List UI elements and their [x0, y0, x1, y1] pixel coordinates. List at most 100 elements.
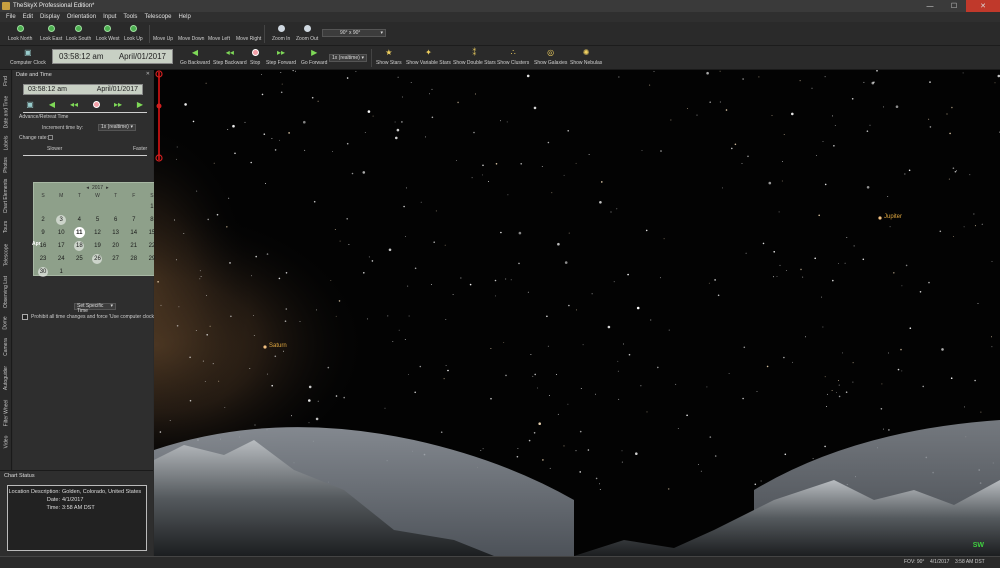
tab-video[interactable]: Video [0, 430, 12, 454]
calendar-day[interactable]: 4 [70, 213, 88, 226]
computer-clock-button[interactable]: ▣ Computer Clock [10, 48, 46, 68]
calendar-prev-icon[interactable]: ◂ [86, 185, 89, 191]
look-west-button[interactable]: Look West [96, 24, 120, 44]
tab-chart-elements[interactable]: Chart Elements [0, 176, 12, 216]
rate-slider-track[interactable] [23, 155, 147, 156]
step-forward-icon[interactable]: ▸▸ [111, 99, 125, 109]
show-clusters-button[interactable]: ∴ Show Clusters [497, 48, 529, 68]
panel-close-icon[interactable]: ✕ [146, 71, 150, 77]
stop-button[interactable]: Stop [250, 48, 260, 68]
close-button[interactable]: ✕ [966, 0, 1000, 12]
tab-observing-list[interactable]: Observing List [0, 272, 12, 312]
zoom-slider[interactable] [154, 70, 164, 162]
move-left-button[interactable]: Move Left [208, 24, 230, 44]
calendar-day[interactable]: 19 [88, 239, 106, 252]
saturn-marker[interactable] [263, 345, 267, 349]
set-specific-time-select[interactable]: Set Specific Time ▾ [74, 303, 116, 314]
calendar-day[interactable]: 18 [70, 239, 88, 252]
sky-chart[interactable]: Jupiter Saturn SW [154, 70, 1000, 556]
change-rate-checkbox[interactable] [48, 135, 53, 140]
calendar-day[interactable]: 1 [52, 265, 70, 278]
calendar-day[interactable]: 21 [125, 239, 143, 252]
go-backward-button[interactable]: ◀ Go Backward [180, 48, 210, 68]
calendar-day[interactable]: 12 [88, 226, 106, 239]
menu-orientation[interactable]: Orientation [67, 14, 96, 20]
star [228, 197, 230, 199]
computer-clock-icon[interactable]: ▣ [23, 99, 37, 109]
minimize-button[interactable]: — [918, 0, 942, 12]
show-double-stars-button[interactable]: ⁑ Show Double Stars [453, 48, 496, 68]
move-up-button[interactable]: Move Up [153, 24, 173, 44]
move-down-button[interactable]: Move Down [178, 24, 204, 44]
show-galaxies-button[interactable]: ◎ Show Galaxies [534, 48, 567, 68]
maximize-button[interactable]: ☐ [942, 0, 966, 12]
go-forward-icon[interactable]: ▶ [133, 99, 147, 109]
calendar-day[interactable]: 27 [107, 252, 125, 265]
calendar-day[interactable]: 23 [34, 252, 52, 265]
look-south-button[interactable]: Look South [66, 24, 91, 44]
tab-date-and-time[interactable]: Date and Time [0, 92, 12, 132]
star [846, 236, 848, 238]
calendar-day[interactable]: 26 [88, 252, 106, 265]
show-variable-stars-button[interactable]: ✦ Show Variable Stars [406, 48, 451, 68]
calendar-day[interactable]: 24 [52, 252, 70, 265]
calendar-day[interactable]: 6 [107, 213, 125, 226]
calendar-day[interactable]: 3 [52, 213, 70, 226]
jupiter-marker[interactable] [878, 216, 882, 220]
calendar-day-number: 12 [94, 229, 101, 236]
menu-display[interactable]: Display [40, 14, 60, 20]
jupiter-label[interactable]: Jupiter [884, 214, 902, 220]
menu-file[interactable]: File [6, 14, 16, 20]
go-backward-icon[interactable]: ◀ [45, 99, 59, 109]
tab-dome[interactable]: Dome [0, 312, 12, 334]
calendar-day-number: 1 [59, 268, 63, 275]
look-east-button[interactable]: Look East [40, 24, 62, 44]
tab-photos[interactable]: Photos [0, 154, 12, 176]
look-up-button[interactable]: Look Up [124, 24, 143, 44]
prohibit-time-changes-checkbox[interactable] [22, 314, 28, 320]
tab-telescope[interactable]: Telescope [0, 238, 12, 272]
calendar-day[interactable]: 20 [107, 239, 125, 252]
calendar-day[interactable]: 25 [70, 252, 88, 265]
go-forward-button[interactable]: ▶ Go Forward [301, 48, 327, 68]
fov-select[interactable]: 90° x 90° ▾ [322, 29, 386, 37]
increment-select[interactable]: 1x (realtime) ▾ [98, 124, 136, 131]
calendar-day[interactable]: 5 [88, 213, 106, 226]
saturn-label[interactable]: Saturn [269, 343, 287, 349]
menu-input[interactable]: Input [103, 14, 116, 20]
step-backward-button[interactable]: ◂◂ Step Backward [213, 48, 247, 68]
calendar-day[interactable]: 28 [125, 252, 143, 265]
menu-edit[interactable]: Edit [23, 14, 33, 20]
calendar-day[interactable]: 17 [52, 239, 70, 252]
zoom-in-button[interactable]: Zoom In [272, 24, 290, 44]
show-stars-button[interactable]: ★ Show Stars [376, 48, 402, 68]
calendar-day[interactable]: 30 [34, 265, 52, 278]
tab-camera[interactable]: Camera [0, 334, 12, 360]
look-north-button[interactable]: Look North [8, 24, 32, 44]
tab-autoguider[interactable]: Autoguider [0, 360, 12, 396]
time-rate-select[interactable]: 1x (realtime) ▾ [329, 54, 367, 62]
tab-find[interactable]: Find [0, 70, 12, 92]
tab-tours[interactable]: Tours [0, 216, 12, 238]
calendar-day[interactable]: 13 [107, 226, 125, 239]
star [837, 380, 839, 382]
stop-icon[interactable] [89, 99, 103, 109]
calendar-day[interactable]: 10 [52, 226, 70, 239]
tab-filter-wheel[interactable]: Filter Wheel [0, 396, 12, 430]
star [991, 336, 992, 338]
move-right-button[interactable]: Move Right [236, 24, 261, 44]
step-forward-button[interactable]: ▸▸ Step Forward [266, 48, 296, 68]
calendar-next-icon[interactable]: ▸ [106, 185, 109, 191]
zoom-out-button[interactable]: Zoom Out [296, 24, 318, 44]
tab-labels[interactable]: Labels [0, 132, 12, 154]
menu-help[interactable]: Help [178, 14, 190, 20]
calendar-day[interactable]: 14 [125, 226, 143, 239]
step-backward-icon[interactable]: ◂◂ [67, 99, 81, 109]
menu-telescope[interactable]: Telescope [144, 14, 171, 20]
calendar-day[interactable]: 7 [125, 213, 143, 226]
calendar-day[interactable]: 9 [34, 226, 52, 239]
menu-tools[interactable]: Tools [123, 14, 137, 20]
show-nebulas-button[interactable]: ✺ Show Nebulas [570, 48, 602, 68]
calendar-day[interactable]: 2 [34, 213, 52, 226]
calendar-day[interactable]: 11 [73, 227, 85, 238]
